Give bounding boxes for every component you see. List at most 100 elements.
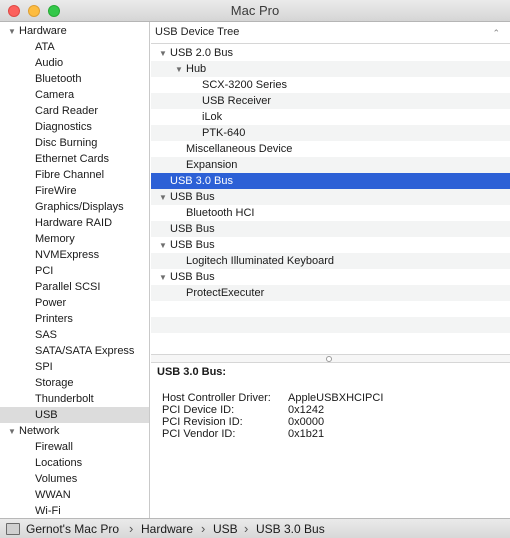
tree-row[interactable]: ▼ USB Bus [151, 269, 510, 285]
tree-row[interactable]: ▼ USB Bus [151, 237, 510, 253]
sidebar-item-disc-burning[interactable]: Disc Burning [0, 135, 149, 151]
sidebar-item-audio[interactable]: Audio [0, 55, 149, 71]
breadcrumb-item[interactable]: USB [213, 522, 238, 536]
sidebar-item-label: Volumes [35, 473, 78, 485]
disclosure-triangle-icon[interactable]: ▼ [159, 270, 170, 286]
disclosure-triangle-icon[interactable]: ▼ [159, 46, 170, 62]
breadcrumb-item[interactable]: Gernot's Mac Pro [26, 522, 119, 536]
sidebar-item-sata-sata-express[interactable]: SATA/SATA Express [0, 343, 149, 359]
sidebar-item-storage[interactable]: Storage [0, 375, 149, 391]
pane-splitter[interactable] [151, 354, 510, 363]
tree-empty-row [151, 317, 510, 333]
disclosure-triangle-icon[interactable]: ▼ [159, 238, 170, 254]
tree-row[interactable]: ▼ USB 2.0 Bus [151, 45, 510, 61]
sidebar-item-graphics-displays[interactable]: Graphics/Displays [0, 199, 149, 215]
sidebar-item-label: Storage [35, 377, 74, 389]
tree-empty-row [151, 301, 510, 317]
tree-row[interactable]: iLok [151, 109, 510, 125]
disclosure-triangle-icon[interactable]: ▼ [159, 190, 170, 206]
breadcrumb-separator-icon: › [244, 521, 249, 536]
sidebar-item-printers[interactable]: Printers [0, 311, 149, 327]
detail-key: PCI Vendor ID: [162, 428, 236, 440]
tree-row[interactable]: ▼ Hub [151, 61, 510, 77]
sidebar-item-label: Ethernet Cards [35, 153, 109, 165]
sidebar-item-power[interactable]: Power [0, 295, 149, 311]
sidebar-item-ethernet-cards[interactable]: Ethernet Cards [0, 151, 149, 167]
path-bar: Gernot's Mac Pro › Hardware › USB › USB 3.0 Bu… [0, 518, 510, 538]
tree-row[interactable]: Bluetooth HCI [151, 205, 510, 221]
tree-row-label: USB Bus [170, 271, 215, 283]
sidebar-item-label: PCI [35, 265, 54, 277]
sidebar-item-label: WWAN [35, 489, 71, 501]
sidebar-item-nvmexpress[interactable]: NVMExpress [0, 247, 149, 263]
sidebar-item-label: Bluetooth [35, 73, 82, 85]
sidebar-item-fibre-channel[interactable]: Fibre Channel [0, 167, 149, 183]
sidebar-item-memory[interactable]: Memory [0, 231, 149, 247]
sidebar-item-label: Thunderbolt [35, 393, 94, 405]
sidebar-item-label: FireWire [35, 185, 77, 197]
tree-row-label: USB Bus [170, 191, 215, 203]
sidebar-item-parallel-scsi[interactable]: Parallel SCSI [0, 279, 149, 295]
sidebar-item-label: Printers [35, 313, 73, 325]
sidebar-item-label: Disc Burning [35, 137, 98, 149]
breadcrumb-item[interactable]: USB 3.0 Bus [256, 522, 325, 536]
sidebar-item-bluetooth[interactable]: Bluetooth [0, 71, 149, 87]
tree-row-label: USB 3.0 Bus [170, 175, 233, 187]
sidebar-item-camera[interactable]: Camera [0, 87, 149, 103]
tree-row-label: USB Bus [170, 223, 215, 235]
tree-row[interactable]: PTK-640 [151, 125, 510, 141]
sidebar-item-hardware-raid[interactable]: Hardware RAID [0, 215, 149, 231]
sidebar-item-locations[interactable]: Locations [0, 455, 149, 471]
sidebar-item-wwan[interactable]: WWAN [0, 487, 149, 503]
title-bar: Mac Pro [0, 0, 510, 22]
tree-row[interactable]: Logitech Illuminated Keyboard [151, 253, 510, 269]
disclosure-triangle-icon[interactable]: ▼ [175, 62, 186, 78]
sidebar-item-label: ATA [35, 41, 55, 53]
sidebar-item-spi[interactable]: SPI [0, 359, 149, 375]
tree-row[interactable]: USB 3.0 Bus [151, 173, 510, 189]
splitter-handle-icon[interactable] [326, 356, 332, 362]
sidebar-item-label: Graphics/Displays [35, 201, 124, 213]
tree-row-label: Bluetooth HCI [186, 207, 255, 219]
detail-pane: USB 3.0 Bus: Host Controller Driver: Appl… [151, 363, 510, 518]
tree-row[interactable]: USB Bus [151, 221, 510, 237]
sidebar-item-usb[interactable]: USB [0, 407, 149, 423]
disclosure-triangle-icon[interactable]: ▼ [8, 24, 19, 40]
tree-empty-row [151, 333, 510, 349]
tree-column-header[interactable]: USB Device Tree ⌃ [151, 22, 510, 44]
device-tree: ▼ USB 2.0 Bus ▼ Hub SCX-3200 Series USB Recei… [151, 45, 510, 354]
sidebar-item-card-reader[interactable]: Card Reader [0, 103, 149, 119]
tree-row[interactable]: Miscellaneous Device [151, 141, 510, 157]
sidebar-item-label: Hardware RAID [35, 217, 113, 229]
sidebar-item-sas[interactable]: SAS [0, 327, 149, 343]
sidebar-item-diagnostics[interactable]: Diagnostics [0, 119, 149, 135]
tree-row-label: SCX-3200 Series [202, 79, 287, 91]
tree-row-label: PTK-640 [202, 127, 246, 139]
sidebar-item-ata[interactable]: ATA [0, 39, 149, 55]
sidebar-item-label: Firewall [35, 441, 73, 453]
tree-row-label: USB Receiver [202, 95, 272, 107]
tree-row[interactable]: SCX-3200 Series [151, 77, 510, 93]
disclosure-triangle-icon[interactable]: ▼ [8, 424, 19, 440]
detail-value: 0x1b21 [288, 428, 325, 440]
detail-field: PCI Vendor ID: 0x1b21 [162, 428, 502, 441]
main-panel: USB Device Tree ⌃ ▼ USB 2.0 Bus ▼ Hub SCX-32… [151, 22, 510, 518]
tree-row[interactable]: Expansion [151, 157, 510, 173]
sidebar-group-network[interactable]: ▼ Network [0, 423, 149, 439]
sidebar-item-label: Audio [35, 57, 64, 69]
tree-row[interactable]: ▼ USB Bus [151, 189, 510, 205]
sort-chevron-icon[interactable]: ⌃ [492, 28, 500, 39]
breadcrumb-item[interactable]: Hardware [141, 522, 193, 536]
sidebar-item-volumes[interactable]: Volumes [0, 471, 149, 487]
sidebar-item-wi-fi[interactable]: Wi-Fi [0, 503, 149, 518]
sidebar-item-label: Camera [35, 89, 75, 101]
tree-row-label: USB 2.0 Bus [170, 47, 233, 59]
sidebar-item-firewire[interactable]: FireWire [0, 183, 149, 199]
tree-row[interactable]: ProtectExecuter [151, 285, 510, 301]
sidebar-group-hardware[interactable]: ▼ Hardware [0, 23, 149, 39]
sidebar-item-firewall[interactable]: Firewall [0, 439, 149, 455]
tree-row[interactable]: USB Receiver [151, 93, 510, 109]
sidebar-item-pci[interactable]: PCI [0, 263, 149, 279]
sidebar-item-thunderbolt[interactable]: Thunderbolt [0, 391, 149, 407]
computer-icon [6, 523, 20, 535]
